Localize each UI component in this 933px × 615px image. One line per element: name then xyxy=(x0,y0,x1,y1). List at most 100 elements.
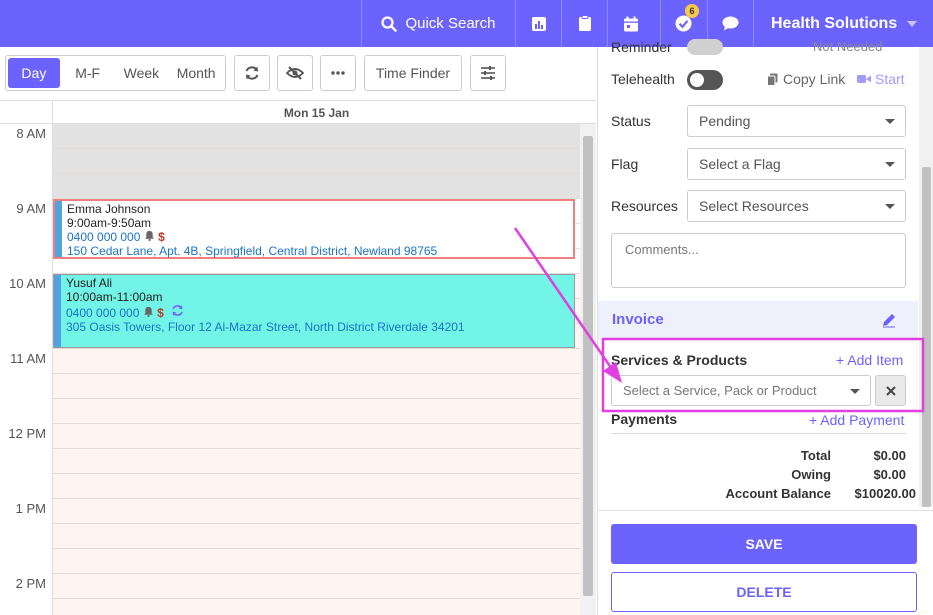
time-slot[interactable] xyxy=(53,374,581,399)
ellipsis-icon xyxy=(331,71,345,75)
view-week-button[interactable]: Week xyxy=(116,58,168,88)
appointment-card[interactable]: Yusuf Ali 10:00am-11:00am 0400 000 000 $… xyxy=(53,274,575,348)
resources-select[interactable]: Select Resources xyxy=(687,190,906,222)
time-slot[interactable] xyxy=(53,349,581,374)
appointment-client-name: Yusuf Ali xyxy=(66,276,113,290)
status-label: Status xyxy=(611,113,651,129)
flag-label: Flag xyxy=(611,156,639,172)
start-telehealth-button[interactable]: Start xyxy=(857,71,905,87)
calendar-icon xyxy=(623,16,638,31)
clipboard-icon xyxy=(578,15,591,31)
eye-slash-icon xyxy=(286,66,304,80)
view-day-button[interactable]: Day xyxy=(8,58,60,88)
hide-toggle-button[interactable] xyxy=(277,55,313,91)
view-mf-button[interactable]: M-F xyxy=(60,58,116,88)
chevron-down-icon xyxy=(907,20,918,27)
comments-placeholder: Comments... xyxy=(625,242,699,257)
reminder-toggle[interactable] xyxy=(687,39,723,55)
bell-icon xyxy=(144,230,154,241)
flag-placeholder: Select a Flag xyxy=(699,156,781,172)
caret-down-icon xyxy=(885,162,895,167)
telehealth-label: Telehealth xyxy=(611,71,675,87)
comments-textarea[interactable]: Comments... xyxy=(611,233,906,288)
add-payment-link[interactable]: + Add Payment xyxy=(809,412,904,428)
copy-link-label: Copy Link xyxy=(783,71,846,87)
panel-scrollbar[interactable] xyxy=(919,47,933,507)
resources-label: Resources xyxy=(611,198,678,214)
calendar-header: Mon 15 Jan xyxy=(0,100,596,125)
more-options-button[interactable] xyxy=(320,55,356,91)
telehealth-toggle[interactable] xyxy=(687,70,723,90)
time-slot[interactable] xyxy=(53,574,581,599)
refresh-button[interactable] xyxy=(234,55,270,91)
pencil-icon[interactable] xyxy=(881,312,897,328)
delete-button[interactable]: DELETE xyxy=(611,572,917,612)
appointment-color-strip xyxy=(54,275,61,347)
time-slot[interactable] xyxy=(53,599,581,615)
quick-search-label: Quick Search xyxy=(405,15,496,32)
payments-title: Payments xyxy=(611,411,678,427)
quick-search-button[interactable]: Quick Search xyxy=(361,0,515,47)
copy-link-button[interactable]: Copy Link xyxy=(767,71,845,87)
day-calendar: Mon 15 Jan 8 AM 9 AM 10 AM 11 AM 12 PM 1… xyxy=(0,100,596,615)
divider xyxy=(611,433,906,434)
time-slot[interactable] xyxy=(53,424,581,449)
calendar-scrollbar[interactable] xyxy=(580,124,596,615)
add-item-link[interactable]: + Add Item xyxy=(836,352,903,368)
chat-bubble-icon xyxy=(722,16,739,31)
video-camera-icon xyxy=(857,75,871,83)
dollar-icon: $ xyxy=(157,306,164,320)
caret-down-icon xyxy=(850,389,860,394)
time-finder-button[interactable]: Time Finder xyxy=(364,55,462,91)
hour-label: 10 AM xyxy=(9,276,46,291)
time-slot[interactable] xyxy=(53,524,581,549)
hour-label: 2 PM xyxy=(15,576,46,591)
appointment-address: 305 Oasis Towers, Floor 12 Al-Mazar Stre… xyxy=(66,319,465,334)
bell-icon xyxy=(143,306,153,317)
account-balance-label: Account Balance xyxy=(725,486,831,501)
time-grid xyxy=(52,124,581,615)
time-slot[interactable] xyxy=(53,549,581,574)
clipboard-button[interactable] xyxy=(561,0,607,47)
owing-label: Owing xyxy=(791,467,831,482)
hour-label: 11 AM xyxy=(10,351,46,366)
recurring-icon xyxy=(172,305,183,316)
appointment-address: 150 Cedar Lane, Apt. 4B, Springfield, Ce… xyxy=(67,243,438,258)
hour-label: 9 AM xyxy=(16,201,46,216)
invoice-title: Invoice xyxy=(612,311,664,328)
tasks-badge: 6 xyxy=(685,4,699,18)
panel-scroll-thumb[interactable] xyxy=(922,167,931,507)
flag-select[interactable]: Select a Flag xyxy=(687,148,906,180)
time-slot-unavailable xyxy=(53,149,581,174)
service-placeholder: Select a Service, Pack or Product xyxy=(623,383,817,398)
account-balance-value: $10020.00 xyxy=(854,486,916,501)
time-slot[interactable] xyxy=(53,474,581,499)
reports-button[interactable] xyxy=(515,0,561,47)
time-slot[interactable] xyxy=(53,449,581,474)
view-switcher: Day M-F Week Month xyxy=(5,55,226,91)
view-month-button[interactable]: Month xyxy=(167,58,225,88)
service-select[interactable]: Select a Service, Pack or Product xyxy=(611,375,871,406)
remove-service-button[interactable] xyxy=(875,375,906,406)
appointment-card[interactable]: Emma Johnson 9:00am-9:50am 0400 000 000 … xyxy=(53,199,575,259)
copy-icon xyxy=(767,73,778,86)
status-select[interactable]: Pending xyxy=(687,105,906,137)
owing-value: $0.00 xyxy=(873,467,906,482)
time-slot-unavailable xyxy=(53,124,581,149)
sliders-icon xyxy=(481,66,495,80)
time-slot[interactable] xyxy=(53,499,581,524)
top-bar: Quick Search 6 Health Solutions xyxy=(0,0,933,47)
caret-down-icon xyxy=(885,204,895,209)
filter-settings-button[interactable] xyxy=(470,55,506,91)
time-slot[interactable] xyxy=(53,399,581,424)
organization-name: Health Solutions xyxy=(771,14,898,32)
appointment-client-name: Emma Johnson xyxy=(67,202,151,216)
caret-down-icon xyxy=(885,119,895,124)
services-products-title: Services & Products xyxy=(611,352,748,368)
save-button[interactable]: SAVE xyxy=(611,524,917,564)
search-icon xyxy=(381,15,398,32)
appointment-phone: 0400 000 000 xyxy=(66,306,140,320)
calendar-scroll-thumb[interactable] xyxy=(583,136,593,596)
total-label: Total xyxy=(800,448,831,463)
appointment-time: 10:00am-11:00am xyxy=(66,289,163,304)
